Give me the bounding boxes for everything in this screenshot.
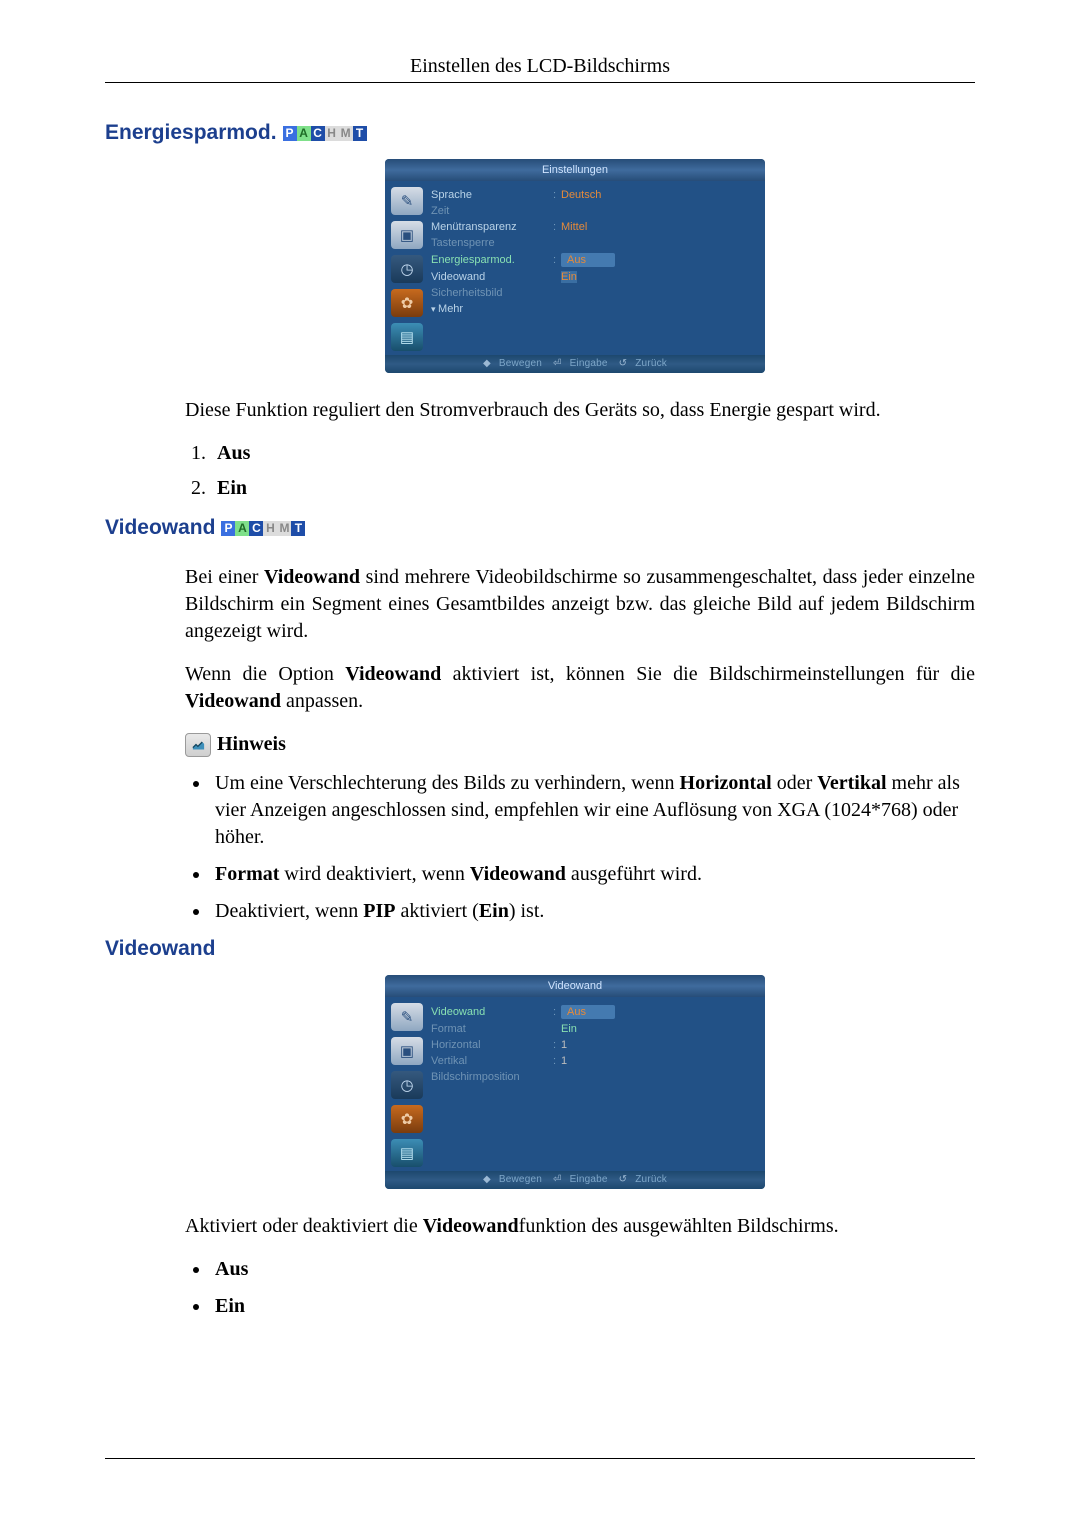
section3-body: Aktiviert oder deaktiviert die Videowand…: [185, 1213, 975, 1320]
osd-sidebar: ✎ ▣ ◷ ✿ ▤: [391, 187, 423, 351]
section-energiesparmod-heading: Energiesparmod. P A C H M T: [105, 121, 975, 145]
osd-row-value: 1: [561, 1039, 757, 1051]
badge-letter-a: A: [235, 521, 249, 536]
list-item: Aus: [211, 1256, 975, 1283]
pachmt-badge: P A C H M T: [283, 126, 367, 141]
section2-body: Bei einer Videowand sind mehrere Videobi…: [185, 564, 975, 925]
osd-row-value: 1: [561, 1055, 757, 1067]
list-item: Deaktiviert, wenn PIP aktiviert (Ein) is…: [211, 898, 975, 925]
sidebar-gear-icon: ✿: [391, 1105, 423, 1133]
sidebar-input-icon: ▣: [391, 221, 423, 249]
osd-row-label: Format: [431, 1023, 553, 1035]
osd-row-label: Bildschirmposition: [431, 1071, 553, 1083]
osd-row-label: Menütransparenz: [431, 221, 553, 233]
osd-row-label: Horizontal: [431, 1039, 553, 1051]
osd-title: Videowand: [385, 975, 765, 997]
section-videowand-heading: Videowand P A C H M T: [105, 516, 975, 540]
osd-row-label: Videowand: [431, 1006, 553, 1018]
badge-letter-t: T: [291, 521, 305, 536]
osd-footer-move: Bewegen: [499, 358, 542, 369]
heading-text: Videowand: [105, 516, 215, 540]
sidebar-clock-icon: ◷: [391, 1071, 423, 1099]
list-item: Aus: [211, 440, 975, 467]
osd-footer-enter: Eingabe: [570, 358, 608, 369]
osd-row-label: Videowand: [431, 271, 553, 283]
osd-row-label: Zeit: [431, 205, 553, 217]
badge-letter-h: H: [325, 126, 339, 141]
osd-row-value-alt: Ein: [561, 1023, 577, 1035]
paragraph: Bei einer Videowand sind mehrere Videobi…: [185, 564, 975, 645]
sidebar-tools-icon: ✎: [391, 1003, 423, 1031]
osd-videowand: Videowand ✎ ▣ ◷ ✿ ▤ Videowand:Aus Format…: [385, 975, 765, 1189]
osd-row-more: Mehr: [431, 303, 553, 315]
paragraph: Aktiviert oder deaktiviert die Videowand…: [185, 1213, 975, 1240]
osd-footer: ◆Bewegen ⏎Eingabe ↺Zurück: [385, 1171, 765, 1189]
osd-footer-move: Bewegen: [499, 1174, 542, 1185]
osd-footer-back: Zurück: [635, 1174, 667, 1185]
osd-row-label: Energiesparmod.: [431, 254, 553, 266]
osd-row-label: Tastensperre: [431, 237, 553, 249]
sidebar-tools-icon: ✎: [391, 187, 423, 215]
note-icon: [185, 733, 211, 757]
list-item: Um eine Verschlechterung des Bilds zu ve…: [211, 770, 975, 851]
osd-sidebar: ✎ ▣ ◷ ✿ ▤: [391, 1003, 423, 1167]
badge-letter-t: T: [353, 126, 367, 141]
osd-footer: ◆Bewegen ⏎Eingabe ↺Zurück: [385, 355, 765, 373]
sidebar-input-icon: ▣: [391, 1037, 423, 1065]
sidebar-gear-icon: ✿: [391, 289, 423, 317]
osd-footer-enter: Eingabe: [570, 1174, 608, 1185]
hinweis-label: Hinweis: [217, 731, 286, 758]
heading-text: Videowand: [105, 937, 215, 961]
osd-title: Einstellungen: [385, 159, 765, 181]
osd-menu: Sprache:Deutsch Zeit Menütransparenz:Mit…: [431, 187, 757, 351]
osd-row-value-selected: Aus: [561, 1005, 615, 1019]
osd-row-value: Mittel: [561, 221, 757, 233]
badge-letter-c: C: [249, 521, 263, 536]
osd-footer-back: Zurück: [635, 358, 667, 369]
divider-top: [105, 82, 975, 83]
badge-letter-p: P: [221, 521, 235, 536]
paragraph: Diese Funktion reguliert den Stromverbra…: [185, 397, 975, 424]
list-item: Ein: [211, 1293, 975, 1320]
sidebar-clock-icon: ◷: [391, 255, 423, 283]
sidebar-doc-icon: ▤: [391, 323, 423, 351]
page-header: Einstellen des LCD-Bildschirms: [105, 55, 975, 78]
divider-bottom: [105, 1458, 975, 1459]
list-item: Format wird deaktiviert, wenn Videowand …: [211, 861, 975, 888]
osd-row-label: Vertikal: [431, 1055, 553, 1067]
pachmt-badge: P A C H M T: [221, 521, 305, 536]
badge-letter-h: H: [263, 521, 277, 536]
osd-row-value-selected: Aus: [561, 253, 615, 267]
hinweis-row: Hinweis: [185, 731, 975, 758]
osd-row-label: Sicherheitsbild: [431, 287, 553, 299]
badge-letter-c: C: [311, 126, 325, 141]
osd-row-value: Deutsch: [561, 189, 757, 201]
heading-text: Energiesparmod.: [105, 121, 277, 145]
badge-letter-a: A: [297, 126, 311, 141]
osd-einstellungen: Einstellungen ✎ ▣ ◷ ✿ ▤ Sprache:Deutsch …: [385, 159, 765, 373]
badge-letter-m: M: [277, 521, 291, 536]
section1-body: Diese Funktion reguliert den Stromverbra…: [185, 397, 975, 502]
section-videowand2-heading: Videowand: [105, 937, 975, 961]
sidebar-doc-icon: ▤: [391, 1139, 423, 1167]
osd-row-value-alt: Ein: [561, 271, 577, 283]
paragraph: Wenn die Option Videowand aktiviert ist,…: [185, 661, 975, 715]
osd-menu: Videowand:Aus FormatEin Horizontal:1 Ver…: [431, 1003, 757, 1167]
badge-letter-m: M: [339, 126, 353, 141]
badge-letter-p: P: [283, 126, 297, 141]
osd-row-label: Sprache: [431, 189, 553, 201]
list-item: Ein: [211, 475, 975, 502]
